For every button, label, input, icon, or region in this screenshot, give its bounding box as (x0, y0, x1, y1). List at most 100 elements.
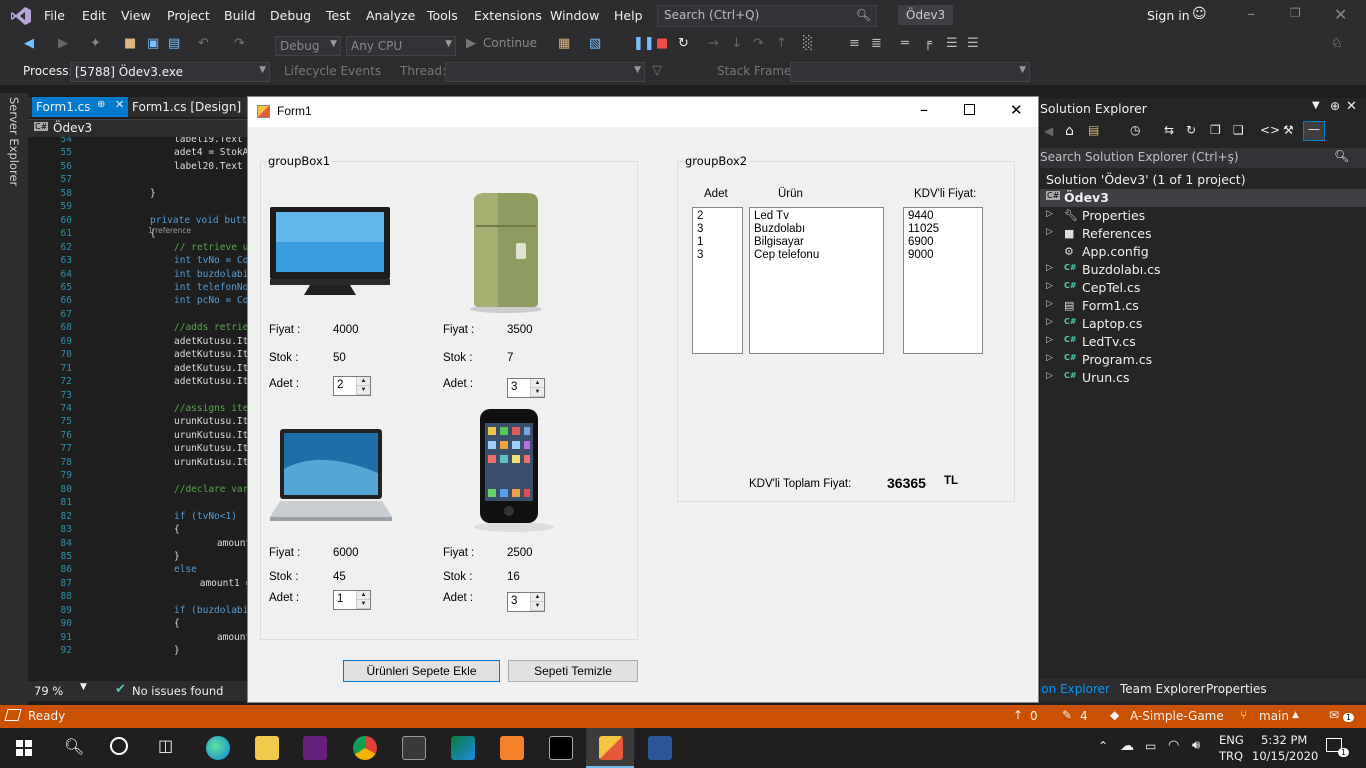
new-project-icon[interactable]: ✦ (90, 36, 101, 51)
chevron-up-icon[interactable]: ▲ (1292, 710, 1299, 720)
continue-button[interactable]: Continue (483, 36, 537, 50)
list-item[interactable]: 11025 (908, 223, 978, 236)
language-primary[interactable]: ENG (1219, 733, 1244, 747)
se-item[interactable]: ▷ C# CepTel.cs (1046, 280, 1346, 298)
undo-icon[interactable]: ↶ (198, 36, 209, 51)
code-line[interactable]: 69 adetKutusu.It (28, 336, 248, 349)
code-line[interactable]: 66 int pcNo = Co (28, 295, 248, 308)
file-explorer-icon[interactable] (255, 736, 279, 760)
code-line[interactable]: 70 adetKutusu.It (28, 349, 248, 362)
notification-icon[interactable]: ✉ (1329, 708, 1339, 722)
menu-window[interactable]: Window (550, 8, 599, 23)
properties-icon[interactable]: ⚒ (1283, 123, 1294, 137)
cortana-icon[interactable] (110, 737, 128, 755)
platform-select[interactable]: Any CPU ▼ (346, 36, 456, 56)
code-line[interactable]: 55 adet4 = StokA (28, 147, 248, 160)
list-item[interactable]: 6900 (908, 236, 978, 249)
solution-node[interactable]: Solution 'Ödev3' (1 of 1 project) (1046, 172, 1246, 190)
minimize-icon[interactable]: – (1247, 4, 1255, 23)
save-icon[interactable]: ▣ (147, 36, 159, 51)
pin-icon[interactable]: ⊕ (1330, 99, 1340, 113)
se-item[interactable]: ▷ C# Urun.cs (1046, 370, 1346, 388)
expand-arrow-icon[interactable]: ▷ (1046, 371, 1053, 381)
format-icon[interactable]: ☰ (946, 36, 958, 51)
adet-listbox[interactable]: 2 3 1 3 (692, 207, 743, 354)
lifecycle-events-button[interactable]: Lifecycle Events (284, 64, 381, 78)
save-all-icon[interactable]: ▤ (168, 36, 180, 51)
pencil-icon[interactable]: ✎ (1062, 708, 1072, 722)
code-line[interactable]: 74 //assigns ite (28, 403, 248, 416)
add-user-icon[interactable]: ☺ (1192, 6, 1207, 22)
collapse-icon[interactable]: ❐ (1210, 123, 1221, 137)
app-7-icon[interactable] (402, 736, 426, 760)
code-line[interactable]: 54 label19.Text (28, 137, 248, 147)
list-item[interactable]: Led Tv (754, 210, 879, 223)
menu-test[interactable]: Test (326, 8, 351, 23)
refresh-icon[interactable]: ↻ (1186, 123, 1196, 137)
branch-icon[interactable]: ⑂ (1240, 708, 1247, 722)
expand-arrow-icon[interactable]: ▷ (1046, 281, 1053, 291)
show-all-icon[interactable]: ❑ (1233, 123, 1244, 137)
phone-adet-stepper[interactable]: 3 ▲ ▼ (507, 592, 545, 612)
repo-name[interactable]: A-Simple-Game (1130, 709, 1224, 723)
restore-icon[interactable]: ❐ (1290, 6, 1301, 20)
code-line[interactable]: 62 // retrieve u (28, 242, 248, 255)
menu-tools[interactable]: Tools (427, 8, 458, 23)
step-over-icon[interactable]: ↷ (753, 36, 764, 51)
chrome-icon[interactable] (353, 736, 377, 760)
expand-arrow-icon[interactable]: ▷ (1046, 317, 1053, 327)
chevron-up-icon[interactable]: ⌃ (1098, 739, 1108, 753)
down-arrow-icon[interactable]: ▼ (531, 388, 544, 397)
preview-icon[interactable]: — (1303, 121, 1325, 141)
repo-icon[interactable]: ◆ (1110, 708, 1119, 722)
visual-studio-logo-icon[interactable] (10, 6, 32, 26)
zoom-level[interactable]: 79 % (34, 684, 63, 698)
up-arrow-icon[interactable]: ▲ (531, 379, 544, 388)
xampp-icon[interactable] (500, 736, 524, 760)
list-item[interactable]: 9440 (908, 210, 978, 223)
se-item[interactable]: ▷ ▤ Form1.cs (1046, 298, 1346, 316)
code-line[interactable]: 85} (28, 551, 248, 564)
list-item[interactable]: Bilgisayar (754, 236, 879, 249)
se-item[interactable]: ▷ C# Buzdolabı.cs (1046, 262, 1346, 280)
se-item[interactable]: ⚙ App.config (1046, 244, 1346, 262)
tv-adet-stepper[interactable]: 2 ▲ ▼ (333, 376, 371, 396)
add-to-cart-button[interactable]: Ürünleri Sepete Ekle (343, 660, 500, 682)
wifi-icon[interactable]: ◠ (1168, 738, 1179, 753)
down-arrow-icon[interactable]: ▼ (357, 386, 370, 395)
restart-icon[interactable]: ↻ (678, 36, 689, 51)
visual-studio-icon[interactable] (303, 736, 327, 760)
code-line[interactable]: 80 //declare var (28, 484, 248, 497)
close-icon[interactable]: ✕ (1010, 101, 1023, 119)
close-icon[interactable]: ✕ (115, 98, 124, 111)
tab-form1-cs[interactable]: Form1.cs ⊕ ✕ (32, 97, 128, 117)
expand-arrow-icon[interactable]: ▷ (1046, 335, 1053, 345)
code-line[interactable]: 59 (28, 201, 248, 214)
code-line[interactable]: 92} (28, 645, 248, 658)
up-arrow-icon[interactable]: ▲ (357, 377, 370, 386)
indent-icon[interactable]: ≡ (849, 36, 860, 51)
code-line[interactable]: 72 adetKutusu.It (28, 376, 248, 389)
code-line[interactable]: 64 int buzdolabi (28, 269, 248, 282)
menu-debug[interactable]: Debug (270, 8, 311, 23)
switch-view-icon[interactable]: ▤ (1088, 123, 1099, 137)
se-item[interactable]: ▷ C# LedTv.cs (1046, 334, 1346, 352)
reference-hint[interactable]: 1 reference (148, 226, 191, 235)
live-share-icon[interactable]: ♘ (1331, 36, 1343, 51)
menu-view[interactable]: View (121, 8, 151, 23)
project-node[interactable]: C# Ödev3 (1040, 189, 1366, 207)
list-item[interactable]: 2 (697, 210, 738, 223)
menu-build[interactable]: Build (224, 8, 255, 23)
code-line[interactable]: 57 (28, 174, 248, 187)
filter-icon[interactable]: ▽ (652, 63, 662, 78)
open-icon[interactable]: ■ (124, 36, 136, 51)
config-select[interactable]: Debug ▼ (275, 36, 341, 56)
list-icon[interactable]: ☰ (967, 36, 979, 51)
sync-icon[interactable]: ⇆ (1164, 123, 1174, 137)
code-line[interactable]: 90 { (28, 618, 248, 631)
list-item[interactable]: Buzdolabı (754, 223, 879, 236)
code-view-icon[interactable]: <> (1260, 123, 1280, 137)
close-icon[interactable]: ✕ (1334, 5, 1347, 24)
stop-icon[interactable]: ■ (656, 36, 668, 51)
se-item[interactable]: ▷ C# Program.cs (1046, 352, 1346, 370)
